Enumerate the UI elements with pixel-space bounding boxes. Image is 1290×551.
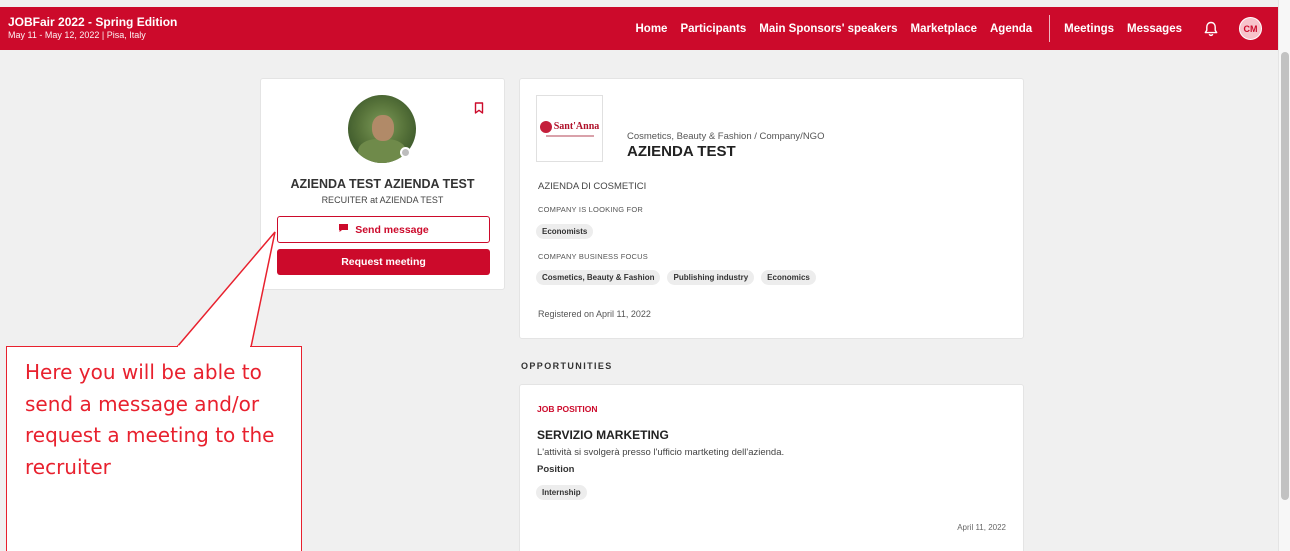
page-scrollbar[interactable] — [1278, 0, 1290, 551]
tag-economics: Economics — [761, 270, 816, 285]
business-focus-tags: Cosmetics, Beauty & Fashion Publishing i… — [536, 270, 823, 285]
scrollbar-thumb[interactable] — [1281, 52, 1289, 500]
looking-for-tags: Economists — [536, 224, 600, 239]
event-title: JOBFair 2022 - Spring Edition — [8, 15, 178, 29]
nav-participants[interactable]: Participants — [680, 23, 746, 35]
looking-for-label: COMPANY IS LOOKING FOR — [538, 205, 643, 214]
nav-agenda[interactable]: Agenda — [990, 23, 1032, 35]
business-focus-label: COMPANY BUSINESS FOCUS — [538, 252, 648, 261]
opportunity-description: L'attività si svolgerà presso l'ufficio … — [537, 447, 785, 458]
top-navigation-bar: JOBFair 2022 - Spring Edition May 11 - M… — [0, 7, 1278, 50]
opportunities-heading: OPPORTUNITIES — [521, 361, 613, 371]
registration-date: Registered on April 11, 2022 — [538, 309, 651, 319]
opportunity-date: April 11, 2022 — [957, 523, 1006, 532]
nav-messages[interactable]: Messages — [1127, 23, 1182, 35]
nav-divider — [1049, 15, 1051, 42]
request-meeting-button[interactable]: Request meeting — [277, 249, 490, 275]
send-message-label: Send message — [355, 223, 429, 236]
event-brand[interactable]: JOBFair 2022 - Spring Edition May 11 - M… — [8, 15, 177, 41]
tag-economists: Economists — [536, 224, 594, 239]
company-category: Cosmetics, Beauty & Fashion / Company/NG… — [627, 131, 825, 142]
nav-meetings[interactable]: Meetings — [1064, 23, 1114, 35]
annotation-text: Here you will be able to send a message … — [25, 360, 275, 479]
opportunity-title: SERVIZIO MARKETING — [537, 428, 669, 442]
company-card: Sant'Anna Cosmetics, Beauty & Fashion / … — [519, 78, 1024, 339]
annotation-box: Here you will be able to send a message … — [6, 346, 302, 551]
company-description: AZIENDA DI COSMETICI — [538, 181, 647, 192]
position-label: Position — [537, 464, 575, 475]
logo-row: Sant'Anna — [539, 120, 600, 133]
online-status-indicator — [400, 147, 411, 158]
event-subtitle: May 11 - May 12, 2022 | Pisa, Italy — [8, 30, 146, 40]
logo-underline — [545, 134, 594, 137]
opportunity-card[interactable]: JOB POSITION SERVIZIO MARKETING L'attivi… — [519, 384, 1024, 551]
logo-text: Sant'Anna — [553, 121, 600, 132]
logo-emblem — [539, 120, 552, 133]
recruiter-name: AZIENDA TEST AZIENDA TEST — [290, 177, 475, 191]
nav-home[interactable]: Home — [636, 23, 668, 35]
company-logo: Sant'Anna — [536, 95, 603, 162]
user-avatar[interactable]: CM — [1239, 17, 1262, 40]
avatar-face — [372, 115, 394, 141]
recruiter-role: RECUITER at AZIENDA TEST — [321, 195, 444, 205]
bookmark-icon[interactable] — [474, 101, 484, 119]
tag-publishing-industry: Publishing industry — [667, 270, 755, 285]
nav-main-sponsors-speakers[interactable]: Main Sponsors' speakers — [759, 23, 897, 35]
company-name: AZIENDA TEST — [627, 143, 736, 160]
bell-icon[interactable] — [1203, 21, 1219, 37]
send-message-button[interactable]: Send message — [277, 216, 490, 243]
message-icon — [338, 223, 349, 236]
main-nav: Home Participants Main Sponsors' speaker… — [636, 7, 1279, 50]
opportunity-type: JOB POSITION — [537, 404, 598, 414]
avatar-shirt — [358, 139, 406, 163]
tag-internship: Internship — [536, 485, 587, 500]
recruiter-profile-card: AZIENDA TEST AZIENDA TEST RECUITER at AZ… — [260, 78, 505, 290]
nav-marketplace[interactable]: Marketplace — [911, 23, 977, 35]
position-tags: Internship — [536, 485, 594, 500]
tag-cosmetics-beauty-fashion: Cosmetics, Beauty & Fashion — [536, 270, 661, 285]
